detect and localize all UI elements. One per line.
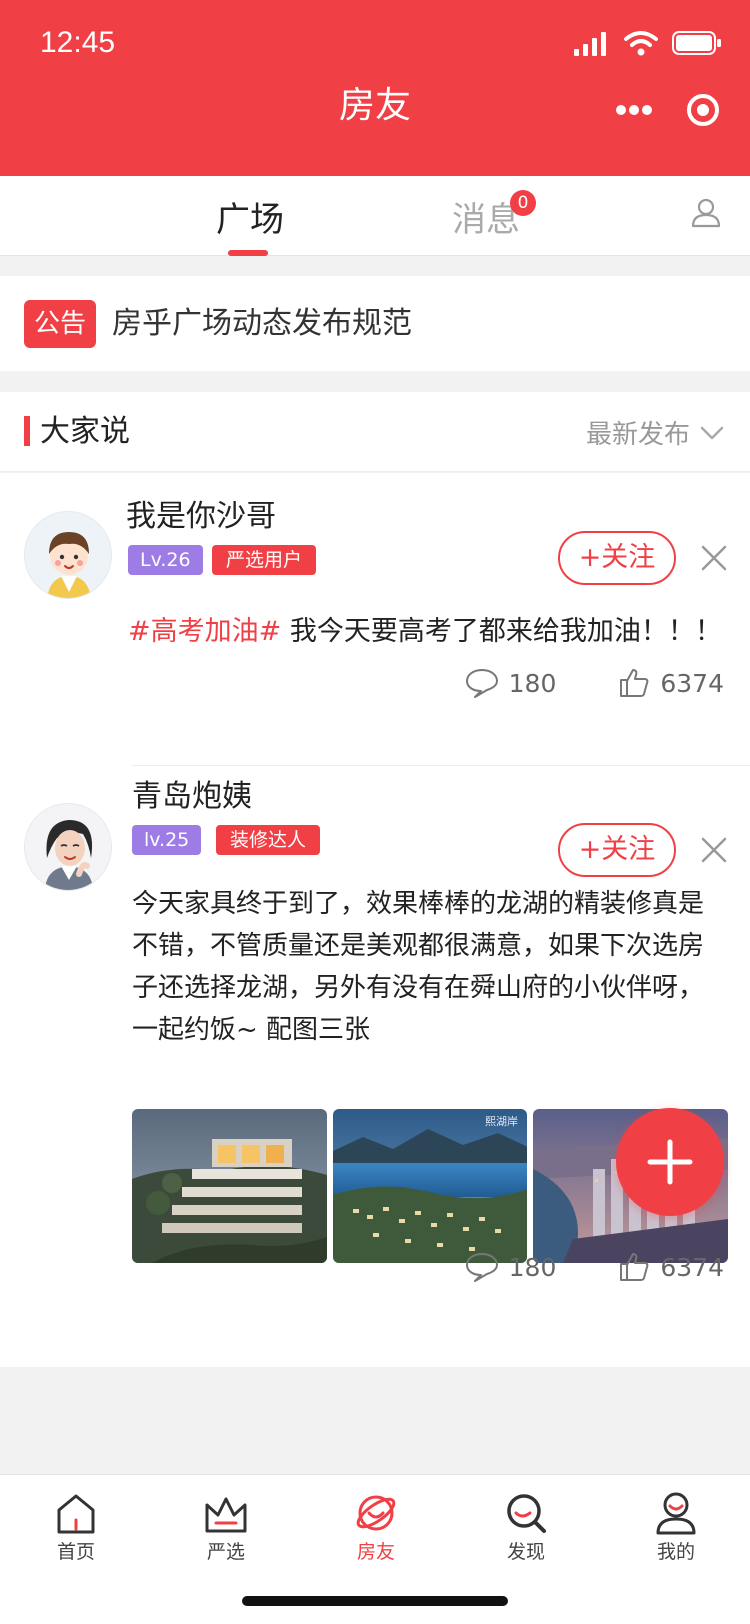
user-icon xyxy=(656,1492,696,1535)
avatar-illustrated-woman xyxy=(25,804,111,890)
follow-button[interactable]: +关注 xyxy=(558,823,676,877)
like-action[interactable]: 6374 xyxy=(618,1251,724,1283)
avatar[interactable] xyxy=(24,803,112,891)
add-post-button[interactable] xyxy=(616,1108,724,1216)
section-title: 大家说 xyxy=(40,414,130,449)
tab-messages[interactable]: 消息 0 xyxy=(452,190,536,240)
planet-icon xyxy=(356,1495,396,1531)
signal-icon xyxy=(574,32,606,56)
target-icon[interactable] xyxy=(686,93,720,127)
close-icon[interactable] xyxy=(700,544,728,572)
sort-dropdown[interactable]: 最新发布 xyxy=(586,414,724,451)
comment-count: 180 xyxy=(508,1252,557,1282)
role-badge: 装修达人 xyxy=(216,825,321,855)
notice-text: 房乎广场动态发布规范 xyxy=(112,306,412,341)
tabbar-label: 首页 xyxy=(56,1541,95,1563)
avatar-cartoon-boy xyxy=(25,512,111,598)
tabbar-label: 房友 xyxy=(356,1541,395,1563)
post-body: 我今天要高考了都来给我加油！！！ xyxy=(281,616,722,647)
tabbar-item-home[interactable]: 首页 xyxy=(26,1487,126,1565)
post-stats: 180 6374 xyxy=(465,1251,724,1283)
tab-square-label: 广场 xyxy=(216,200,284,240)
like-count: 6374 xyxy=(660,1252,724,1282)
search-icon xyxy=(507,1494,546,1533)
feed: 我是你沙哥 Lv.26 严选用户 +关注 #高考加油# 我今天要高考了都来给我加… xyxy=(0,473,750,1367)
sort-label: 最新发布 xyxy=(585,420,690,450)
tabbar-item-selection[interactable]: 严选 xyxy=(176,1487,276,1565)
home-icon xyxy=(57,1494,95,1534)
level-badge: Lv.26 xyxy=(128,545,203,575)
more-icon[interactable] xyxy=(616,104,652,116)
crown-icon xyxy=(205,1497,247,1533)
post-text: #高考加油# 我今天要高考了都来给我加油！！！ xyxy=(128,611,724,653)
app-screen: 12:45 房友 广场 消息 0 公告 房乎广场动态发布规范 大家说 最新发布 … xyxy=(0,0,750,1624)
tabbar-label: 我的 xyxy=(656,1541,695,1563)
header: 12:45 房友 xyxy=(0,0,750,176)
username[interactable]: 青岛炮姨 xyxy=(132,777,252,817)
comment-action[interactable]: 180 xyxy=(465,667,557,699)
status-time: 12:45 xyxy=(40,26,116,59)
hashtag-link[interactable]: #高考加油# xyxy=(128,616,281,647)
post-card: 我是你沙哥 Lv.26 严选用户 +关注 #高考加油# 我今天要高考了都来给我加… xyxy=(0,473,750,767)
tabbar-label: 发现 xyxy=(506,1541,545,1563)
thumbs-up-icon xyxy=(620,1253,649,1281)
home-indicator xyxy=(242,1596,508,1606)
tabbar-item-discover[interactable]: 发现 xyxy=(476,1487,576,1565)
like-count: 6374 xyxy=(660,668,724,698)
battery-icon xyxy=(672,31,721,55)
role-badge: 严选用户 xyxy=(212,545,317,575)
mini-program-capsule xyxy=(616,93,720,127)
comment-icon xyxy=(465,1253,498,1282)
post-photo[interactable] xyxy=(132,1109,327,1263)
section-accent-bar xyxy=(24,416,30,446)
close-icon[interactable] xyxy=(700,836,728,864)
level-badge: lv.25 xyxy=(132,825,202,855)
notice-tag: 公告 xyxy=(24,300,96,348)
photo-villa-terraces xyxy=(132,1109,327,1263)
post-photo[interactable]: 熙湖岸 xyxy=(332,1109,528,1263)
photo-watermark: 熙湖岸 xyxy=(485,1115,518,1128)
like-action[interactable]: 6374 xyxy=(618,667,724,699)
status-icons xyxy=(574,30,722,56)
post-text: 今天家具终于到了，效果棒棒的龙湖的精装修真是不错，不管质量还是美观都很满意，如果… xyxy=(132,889,705,1045)
tab-bar: 广场 消息 0 xyxy=(0,176,750,256)
comment-count: 180 xyxy=(508,668,557,698)
thumbs-up-icon xyxy=(620,669,649,697)
wifi-icon xyxy=(624,31,658,56)
follow-button[interactable]: +关注 xyxy=(558,531,676,585)
plus-icon xyxy=(647,1139,693,1185)
messages-badge: 0 xyxy=(510,190,536,216)
notice-bar[interactable]: 公告 房乎广场动态发布规范 xyxy=(0,276,750,371)
section-header: 大家说 最新发布 xyxy=(0,392,750,472)
username[interactable]: 我是你沙哥 xyxy=(126,497,276,537)
tab-active-indicator xyxy=(228,250,268,256)
tabbar-item-friends[interactable]: 房友 xyxy=(326,1487,426,1565)
profile-icon[interactable] xyxy=(690,198,722,228)
avatar[interactable] xyxy=(24,511,112,599)
comment-action[interactable]: 180 xyxy=(465,1251,557,1283)
tabbar-label: 严选 xyxy=(206,1541,245,1563)
photo-lake-town: 熙湖岸 xyxy=(332,1109,528,1263)
post-stats: 180 6374 xyxy=(465,667,724,699)
chevron-down-icon xyxy=(700,426,724,439)
post-divider xyxy=(132,765,750,766)
tabbar-item-mine[interactable]: 我的 xyxy=(626,1487,726,1565)
tab-square[interactable]: 广场 xyxy=(216,200,284,256)
comment-icon xyxy=(465,669,498,698)
